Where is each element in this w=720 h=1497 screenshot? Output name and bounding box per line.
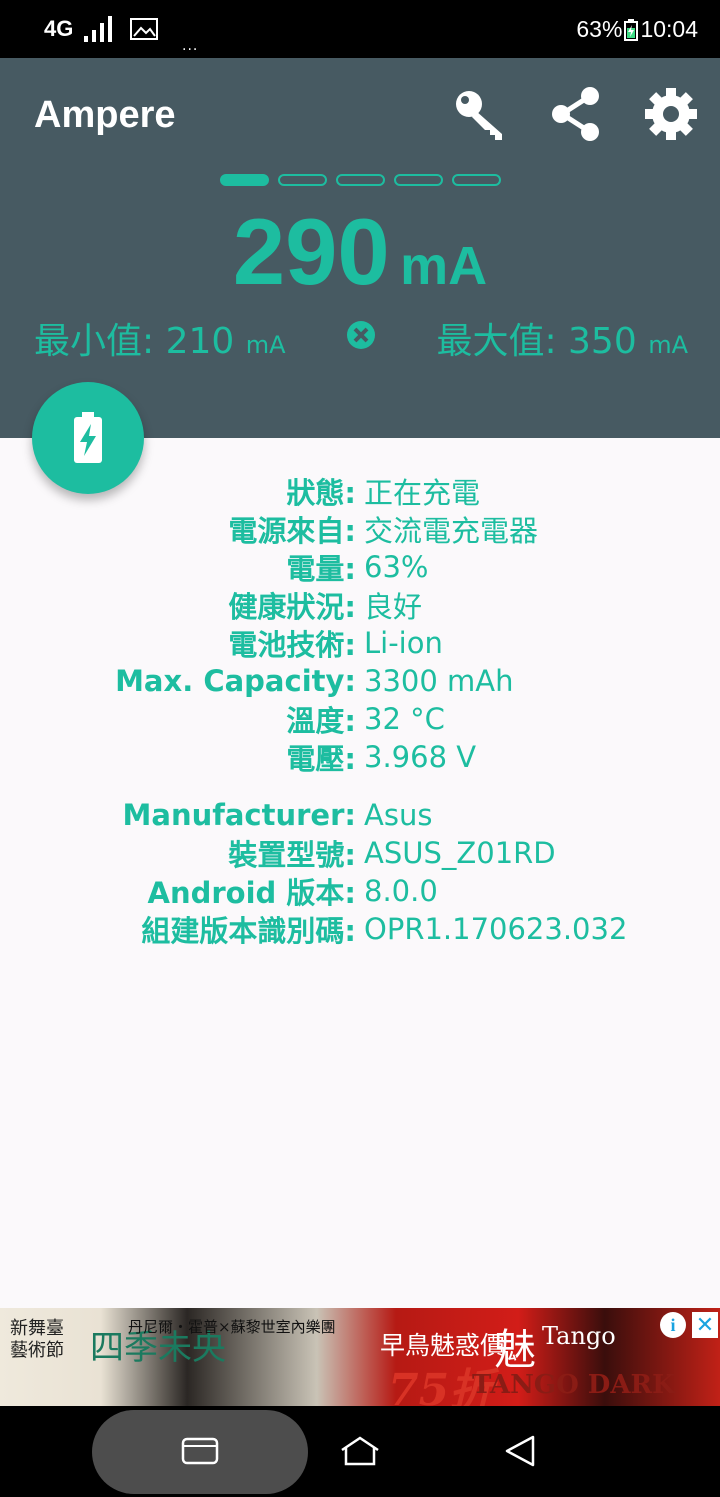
info-row-power-source: 電源來自: 交流電充電器	[0, 510, 720, 548]
info-key: Manufacturer:	[122, 798, 356, 832]
info-value: 交流電充電器	[364, 514, 539, 548]
ad-festival-text: 新舞臺 藝術節	[10, 1318, 64, 1361]
app-title: Ampere	[34, 94, 176, 136]
page-dot-4[interactable]	[394, 174, 443, 186]
settings-button[interactable]	[640, 84, 698, 144]
info-row-level: 電量: 63%	[0, 548, 720, 586]
info-value: 8.0.0	[364, 874, 438, 908]
key-button[interactable]	[450, 84, 508, 144]
clock: 10:04	[640, 16, 698, 42]
battery-info: 狀態: 正在充電 電源來自: 交流電充電器 電量: 63% 健康狀況: 良好 電…	[0, 472, 720, 948]
info-value: 63%	[364, 550, 429, 584]
info-value: 正在充電	[364, 476, 481, 510]
max-label: 最大值:	[436, 321, 557, 362]
max-reading: 最大值: 350 mA	[436, 312, 688, 364]
page-dot-1[interactable]	[220, 174, 269, 186]
info-key: 健康狀況:	[228, 590, 356, 624]
battery-status-icon	[624, 18, 639, 41]
info-row-temperature: 溫度: 32 °C	[0, 700, 720, 738]
settings-icon	[645, 88, 697, 140]
navigation-bar	[0, 1406, 720, 1497]
ad-tango-text: Tango	[542, 1322, 616, 1350]
ad-info-button[interactable]: i	[660, 1312, 686, 1338]
page-dot-2[interactable]	[278, 174, 327, 186]
info-row-model: 裝置型號: ASUS_Z01RD	[0, 834, 720, 872]
app-header: Ampere 290 mA 最小值: 210 mA 最大值: 350 mA	[0, 58, 720, 438]
min-label: 最小值:	[34, 321, 155, 362]
info-key: 組建版本識別碼:	[141, 914, 356, 948]
share-button[interactable]	[546, 84, 604, 144]
info-row-android-version: Android 版本: 8.0.0	[0, 872, 720, 910]
battery-percent: 63%	[576, 16, 623, 42]
recents-button[interactable]	[175, 1426, 225, 1476]
min-reading: 最小值: 210 mA	[34, 312, 286, 364]
info-row-max-capacity: Max. Capacity: 3300 mAh	[0, 662, 720, 700]
max-value: 350	[568, 321, 637, 362]
info-key: 電源來自:	[228, 514, 356, 548]
ad-performers-text: 丹尼爾・霍普×蘇黎世室內樂團	[128, 1318, 336, 1336]
ad-close-button[interactable]: ✕	[692, 1312, 718, 1338]
info-value: ASUS_Z01RD	[364, 836, 556, 870]
ad-show-title: TANGO DARK	[472, 1370, 675, 1400]
info-value: 良好	[364, 590, 423, 624]
current-value: 290	[232, 199, 390, 304]
current-unit: mA	[400, 236, 488, 296]
info-key: 狀態:	[286, 476, 356, 510]
status-right: 63% 10:04	[576, 16, 698, 43]
info-row-voltage: 電壓: 3.968 V	[0, 738, 720, 776]
network-type: 4G	[44, 16, 74, 41]
min-unit: mA	[245, 331, 286, 359]
info-key: Max. Capacity:	[115, 664, 356, 698]
back-icon	[505, 1435, 535, 1467]
page-indicator	[220, 174, 501, 186]
info-value: Li-ion	[364, 626, 443, 660]
back-button[interactable]	[495, 1426, 545, 1476]
max-unit: mA	[648, 331, 688, 359]
share-icon	[552, 87, 599, 141]
info-row-status: 狀態: 正在充電	[0, 472, 720, 510]
info-row-build-number: 組建版本識別碼: OPR1.170623.032	[0, 910, 720, 948]
info-value: 32 °C	[364, 702, 445, 736]
info-key: 裝置型號:	[228, 838, 356, 872]
info-key: 電池技術:	[228, 628, 356, 662]
info-row-manufacturer: Manufacturer: Asus	[0, 796, 720, 834]
recents-icon	[181, 1437, 219, 1465]
key-icon	[456, 91, 502, 140]
info-value: OPR1.170623.032	[364, 912, 628, 946]
more-notifications-dots: ...	[182, 38, 199, 54]
info-key: 溫度:	[286, 704, 356, 738]
status-bar: 4G ... 63% 10:04	[0, 0, 720, 58]
battery-charging-icon	[74, 412, 102, 463]
info-key: Android 版本:	[147, 876, 356, 910]
home-icon	[341, 1436, 379, 1466]
info-value: 3300 mAh	[364, 664, 514, 698]
min-value: 210	[165, 321, 235, 362]
gallery-icon	[130, 18, 158, 40]
close-circle-icon	[347, 321, 375, 349]
info-row-technology: 電池技術: Li-ion	[0, 624, 720, 662]
ad-banner[interactable]: 新舞臺 藝術節 四季未央 丹尼爾・霍普×蘇黎世室內樂團 早鳥魅惑價 75折 魅 …	[0, 1308, 720, 1406]
info-key: 電量:	[286, 552, 356, 586]
info-value: 3.968 V	[364, 740, 477, 774]
ad-tango-cn-text: 魅	[494, 1325, 537, 1374]
current-reading: 290 mA	[0, 198, 720, 306]
signal-icon	[84, 16, 112, 42]
info-row-health: 健康狀況: 良好	[0, 586, 720, 624]
page-dot-5[interactable]	[452, 174, 501, 186]
reset-minmax-button[interactable]	[346, 320, 376, 350]
page-dot-3[interactable]	[336, 174, 385, 186]
home-button[interactable]	[335, 1426, 385, 1476]
info-key: 電壓:	[286, 742, 356, 776]
info-value: Asus	[364, 798, 433, 832]
